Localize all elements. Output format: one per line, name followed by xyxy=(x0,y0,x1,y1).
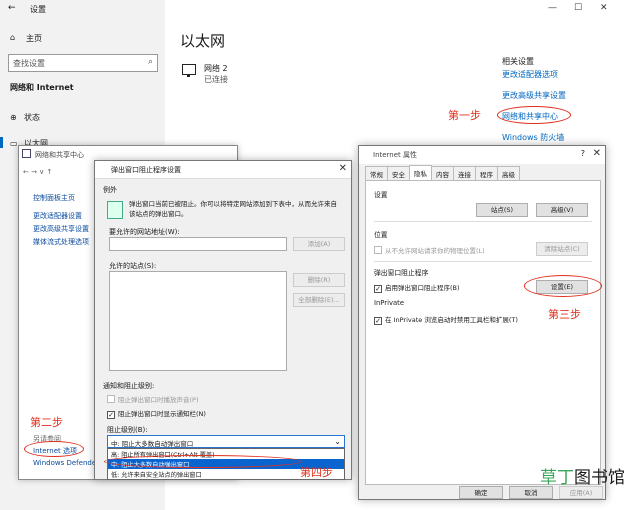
network-name[interactable]: 网络 2 xyxy=(204,63,228,74)
annotation-oval-step2 xyxy=(24,441,84,457)
divider xyxy=(374,221,592,222)
add-button[interactable]: 添加(A) xyxy=(293,237,345,251)
annotation-oval-step1 xyxy=(497,106,571,124)
ip-title: Internet 属性 xyxy=(373,151,418,159)
ip-titlebar: Internet 属性 ? ✕ xyxy=(359,146,605,164)
exceptions-label: 例外 xyxy=(103,186,117,194)
maximize-button[interactable]: ☐ xyxy=(574,3,582,13)
link-media-streaming[interactable]: 媒体流式处理选项 xyxy=(33,237,89,247)
search-icon: ⌕ xyxy=(147,57,153,67)
privacy-panel: 设置 站点(S) 高级(V) 位置 从不允许网站请求你的物理位置(L) 清除站点… xyxy=(365,180,601,485)
close-button[interactable]: ✕ xyxy=(600,3,608,13)
tab-security[interactable]: 安全 xyxy=(387,166,410,181)
remove-button[interactable]: 删除(R) xyxy=(293,273,345,287)
annotation-oval-step4 xyxy=(104,455,302,468)
network-icon xyxy=(182,64,196,77)
link-change-adapter[interactable]: 更改适配器设置 xyxy=(33,211,82,221)
tab-general[interactable]: 常规 xyxy=(365,166,388,181)
blocking-level-select[interactable]: 中: 阻止大多数自动弹出窗口 ⌄ xyxy=(107,435,345,448)
checkbox-box: ✓ xyxy=(374,285,382,293)
clear-sites-button[interactable]: 清除站点(C) xyxy=(536,242,588,256)
annotation-step2: 第二步 xyxy=(30,416,63,429)
search-placeholder: 查找设置 xyxy=(13,59,45,68)
ip-tabs: 常规 安全 隐私 内容 连接 程序 高级 xyxy=(365,165,520,181)
ok-button[interactable]: 确定 xyxy=(459,486,503,499)
chevron-down-icon: ⌄ xyxy=(334,437,341,446)
allowed-sites-list[interactable] xyxy=(109,271,287,371)
nsc-title: 网络和共享中心 xyxy=(35,151,84,159)
popup-blocker-settings-dialog: 弹出窗口阻止程序设置 ✕ 例外 弹出窗口当前已被阻止。你可以将特定网站添加到下表… xyxy=(94,160,352,480)
link-adapter-options[interactable]: 更改适配器选项 xyxy=(502,69,558,80)
home-link[interactable]: 主页 xyxy=(26,33,42,44)
sound-checkbox[interactable]: 阻止弹出窗口时播放声音(P) xyxy=(107,394,199,404)
checkbox-box xyxy=(374,246,382,254)
home-icon: ⌂ xyxy=(10,33,16,42)
pbs-titlebar: 弹出窗口阻止程序设置 ✕ xyxy=(95,161,351,179)
watermark: 草丁图书馆 xyxy=(540,468,625,488)
tab-privacy[interactable]: 隐私 xyxy=(409,165,432,181)
network-status: 已连接 xyxy=(204,75,228,84)
checkbox-box: ✓ xyxy=(107,411,115,419)
back-arrow-icon[interactable]: ← xyxy=(8,3,16,13)
link-control-panel-home[interactable]: 控制面板主页 xyxy=(33,193,75,203)
pbs-title: 弹出窗口阻止程序设置 xyxy=(111,166,181,174)
checkbox-box xyxy=(107,395,115,403)
globe-icon: ⊕ xyxy=(10,113,17,122)
internet-properties-dialog: Internet 属性 ? ✕ 常规 安全 隐私 内容 连接 程序 高级 设置 站点(S) … xyxy=(358,145,606,500)
nav-item-status[interactable]: ⊕ 状态 xyxy=(10,112,40,123)
page-title: 以太网 xyxy=(180,32,226,50)
link-change-sharing[interactable]: 更改高级共享设置 xyxy=(33,224,89,234)
inprivate-section-label: InPrivate xyxy=(374,299,405,307)
close-icon[interactable]: ✕ xyxy=(339,163,347,174)
remove-all-button[interactable]: 全部删除(E)... xyxy=(293,293,345,307)
window-title: 设置 xyxy=(30,5,46,14)
popup-blocker-section-label: 弹出窗口阻止程序 xyxy=(374,269,429,277)
network-center-icon xyxy=(22,149,31,158)
tab-content[interactable]: 内容 xyxy=(431,166,454,181)
tab-connections[interactable]: 连接 xyxy=(453,166,476,181)
location-section-label: 位置 xyxy=(374,231,388,239)
inprivate-checkbox[interactable]: ✓ 在 InPrivate 浏览启动时禁用工具栏和扩展(T) xyxy=(374,314,518,325)
popup-description: 弹出窗口当前已被阻止。你可以将特定网站添加到下表中，从而允许来自该站点的弹出窗口… xyxy=(129,200,337,218)
checkbox-box: ✓ xyxy=(374,317,382,325)
link-windows-defender[interactable]: Windows Defender xyxy=(33,459,99,467)
link-advanced-sharing[interactable]: 更改高级共享设置 xyxy=(502,90,566,101)
search-input[interactable]: 查找设置 ⌕ xyxy=(8,54,158,72)
nsc-nav-arrows[interactable]: ← → ∨ ↑ xyxy=(23,168,52,176)
tab-advanced[interactable]: 高级 xyxy=(497,166,520,181)
shield-icon xyxy=(107,201,123,219)
blocking-level-label: 阻止级别(B): xyxy=(107,426,148,434)
notify-label: 通知和阻止级别: xyxy=(103,382,155,390)
minimize-button[interactable]: — xyxy=(548,3,557,13)
address-label: 要允许的网站地址(W): xyxy=(109,228,180,236)
advanced-button[interactable]: 高级(V) xyxy=(536,203,588,217)
related-settings-heading: 相关设置 xyxy=(502,57,534,66)
divider xyxy=(374,261,592,262)
annotation-oval-step3 xyxy=(524,275,602,297)
annotation-step1: 第一步 xyxy=(448,109,481,122)
location-checkbox[interactable]: 从不允许网站请求你的物理位置(L) xyxy=(374,245,485,255)
close-icon[interactable]: ✕ xyxy=(593,148,601,159)
nav-group-title: 网络和 Internet xyxy=(10,83,74,92)
popup-blocker-checkbox[interactable]: ✓ 启用弹出窗口阻止程序(B) xyxy=(374,282,460,293)
annotation-step3: 第三步 xyxy=(548,308,581,321)
allowed-sites-label: 允许的站点(S): xyxy=(109,262,157,270)
sites-button[interactable]: 站点(S) xyxy=(476,203,528,217)
help-button[interactable]: ? xyxy=(581,149,585,158)
annotation-step4: 第四步 xyxy=(300,466,333,479)
settings-section-label: 设置 xyxy=(374,191,388,199)
notification-bar-checkbox[interactable]: ✓ 阻止弹出窗口时显示通知栏(N) xyxy=(107,408,206,419)
tab-programs[interactable]: 程序 xyxy=(475,166,498,181)
link-windows-firewall[interactable]: Windows 防火墙 xyxy=(502,132,564,143)
address-input[interactable] xyxy=(109,237,287,251)
